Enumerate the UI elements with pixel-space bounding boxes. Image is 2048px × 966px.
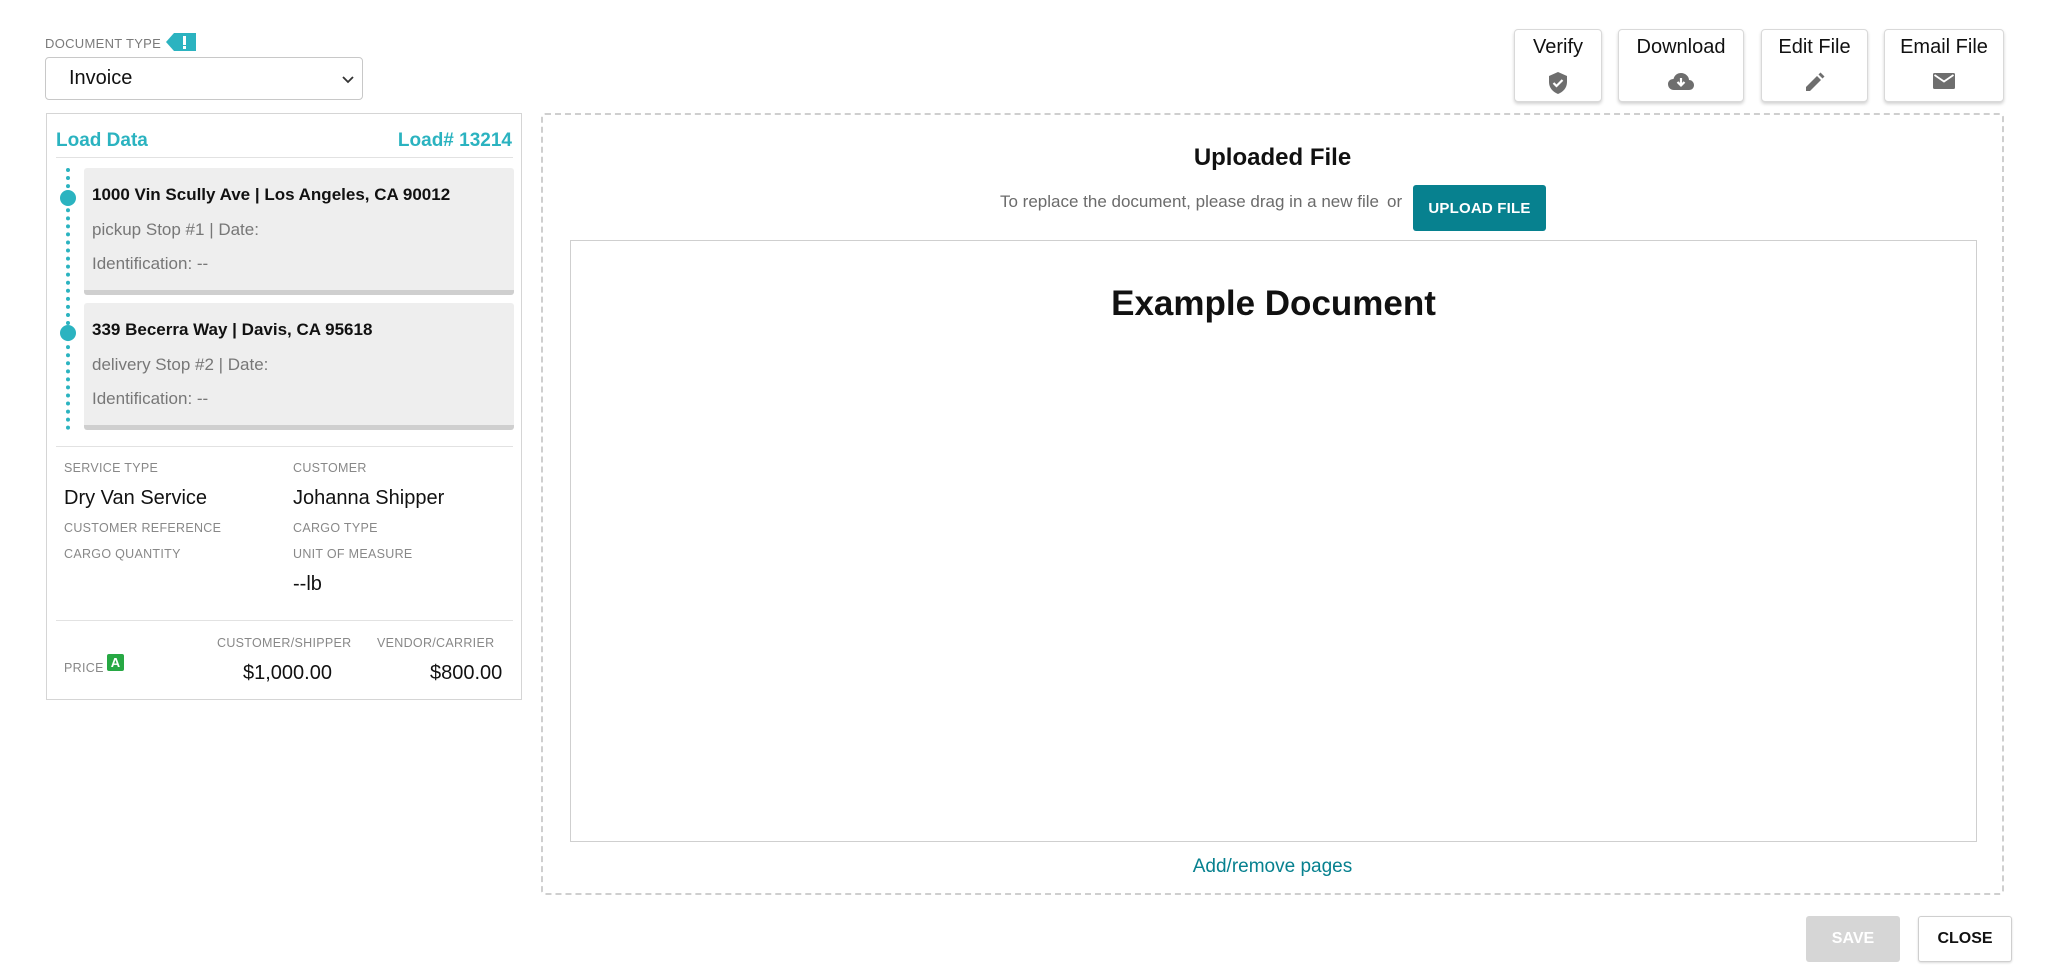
- stop-marker-2: [60, 325, 76, 341]
- service-type-label: SERVICE TYPE: [64, 461, 159, 475]
- stop-identification: Identification: --: [92, 389, 209, 408]
- price-label: PRICE: [64, 661, 104, 675]
- chevron-down-icon: [342, 76, 354, 84]
- stop-card-1[interactable]: 1000 Vin Scully Ave | Los Angeles, CA 90…: [84, 168, 514, 295]
- stop-detail: pickup Stop #1 | Date:: [92, 220, 259, 239]
- exclamation-flag-icon: [166, 33, 196, 51]
- stop-card-2[interactable]: 339 Becerra Way | Davis, CA 95618 delive…: [84, 303, 514, 430]
- stop-address: 1000 Vin Scully Ave | Los Angeles, CA 90…: [92, 185, 451, 204]
- cloud-download-icon: [1668, 73, 1694, 90]
- add-remove-pages-link[interactable]: Add/remove pages: [543, 856, 2002, 878]
- divider: [56, 446, 513, 447]
- edit-file-button[interactable]: Edit File: [1761, 29, 1868, 102]
- or-text: or: [1387, 192, 1403, 211]
- stop-identification: Identification: --: [92, 254, 209, 273]
- divider: [56, 620, 513, 621]
- unit-of-measure-value: --lb: [293, 573, 322, 595]
- envelope-icon: [1933, 73, 1955, 89]
- stop-address: 339 Becerra Way | Davis, CA 95618: [92, 320, 373, 339]
- close-button[interactable]: CLOSE: [1918, 916, 2012, 962]
- document-type-label: DOCUMENT TYPE: [45, 36, 162, 51]
- vendor-carrier-label: VENDOR/CARRIER: [377, 636, 495, 650]
- upload-file-button[interactable]: UPLOAD FILE: [1413, 185, 1546, 231]
- service-type-value: Dry Van Service: [64, 487, 208, 509]
- customer-shipper-label: CUSTOMER/SHIPPER: [217, 636, 352, 650]
- replace-hint: To replace the document, please drag in …: [1000, 192, 1379, 211]
- uploaded-file-title: Uploaded File: [1193, 144, 1352, 171]
- pencil-icon: [1805, 72, 1824, 91]
- email-file-button[interactable]: Email File: [1884, 29, 2004, 102]
- customer-reference-label: CUSTOMER REFERENCE: [64, 521, 222, 535]
- load-number: Load# 13214: [397, 130, 512, 151]
- cargo-quantity-label: CARGO QUANTITY: [64, 547, 181, 561]
- load-data-title: Load Data: [56, 130, 148, 151]
- load-data-panel: Load Data Load# 13214 1000 Vin Scully Av…: [46, 113, 522, 700]
- customer-value: Johanna Shipper: [293, 487, 445, 509]
- unit-of-measure-label: UNIT OF MEASURE: [293, 547, 413, 561]
- stop-marker-1: [60, 190, 76, 206]
- customer-label: CUSTOMER: [293, 461, 367, 475]
- document-type-select[interactable]: Invoice: [45, 57, 363, 100]
- verify-label: Verify: [1532, 36, 1584, 58]
- verify-button[interactable]: Verify: [1514, 29, 1602, 102]
- uploaded-file-dropzone[interactable]: Uploaded File To replace the document, p…: [541, 113, 2004, 895]
- document-type-value: Invoice: [69, 67, 133, 89]
- divider: [56, 157, 513, 158]
- customer-shipper-price: $1,000.00: [243, 662, 332, 684]
- stop-detail: delivery Stop #2 | Date:: [92, 355, 269, 374]
- shield-check-icon: [1549, 72, 1567, 94]
- price-badge: A: [107, 654, 124, 671]
- save-button[interactable]: SAVE: [1806, 916, 1900, 962]
- download-button[interactable]: Download: [1618, 29, 1744, 102]
- document-preview[interactable]: Example Document: [570, 240, 1977, 842]
- email-file-label: Email File: [1900, 36, 1988, 58]
- timeline-line: [66, 168, 70, 430]
- edit-file-label: Edit File: [1778, 36, 1851, 58]
- cargo-type-label: CARGO TYPE: [293, 521, 378, 535]
- vendor-carrier-price: $800.00: [430, 662, 503, 684]
- document-preview-title: Example Document: [1111, 284, 1436, 323]
- download-label: Download: [1636, 36, 1726, 58]
